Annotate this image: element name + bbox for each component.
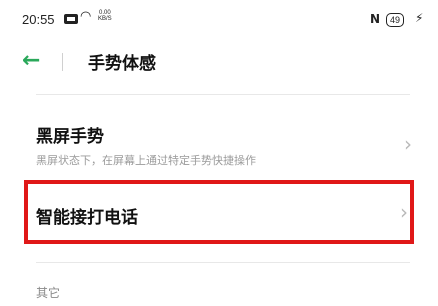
- charging-icon: ⚡: [415, 11, 424, 25]
- battery-level: 49: [390, 15, 401, 25]
- page-title: 手势体感: [88, 54, 156, 74]
- wifi-icon: ◠: [80, 9, 92, 24]
- network-speed-unit: KB/S: [98, 16, 112, 22]
- divider-top: [36, 94, 410, 95]
- section-header-other: 其它: [36, 286, 61, 300]
- divider-bottom: [36, 262, 410, 263]
- network-speed: 0.00 KB/S: [98, 10, 112, 22]
- chevron-right-icon: ›: [404, 132, 412, 156]
- status-time: 20:55: [22, 12, 55, 27]
- app-header: ← 手势体感: [0, 44, 438, 84]
- status-bar: 20:55 ◠ 0.00 KB/S N 49 ⚡: [0, 0, 438, 34]
- header-divider: [62, 53, 63, 71]
- chevron-right-icon: ›: [400, 200, 408, 224]
- setting-item-title: 黑屏手势: [36, 127, 104, 147]
- message-icon: [64, 14, 78, 24]
- setting-item-black-screen-gesture[interactable]: 黑屏手势 黑屏状态下，在屏幕上通过特定手势快捷操作 ›: [0, 106, 438, 178]
- setting-item-smart-call[interactable]: 智能接打电话 ›: [24, 180, 414, 244]
- setting-item-subtitle: 黑屏状态下，在屏幕上通过特定手势快捷操作: [36, 154, 256, 167]
- setting-item-title: 智能接打电话: [36, 208, 138, 228]
- battery-icon: 49: [386, 13, 405, 27]
- back-arrow-icon[interactable]: ←: [22, 50, 40, 72]
- nfc-icon: N: [370, 12, 381, 26]
